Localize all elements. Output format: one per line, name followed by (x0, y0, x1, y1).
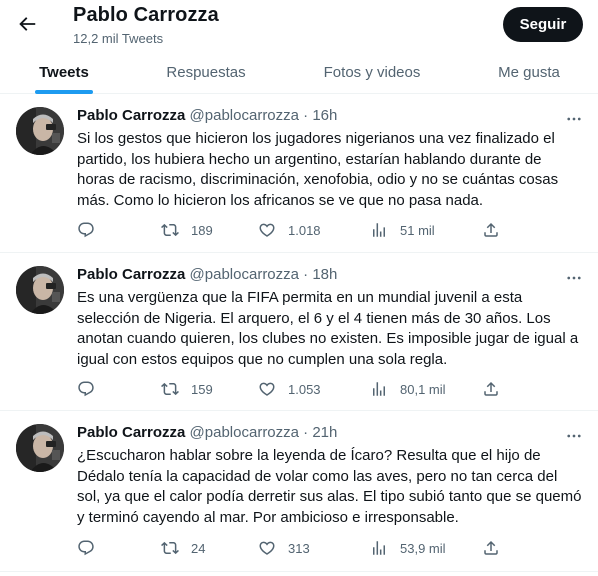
tweet-author-name[interactable]: Pablo Carrozza (77, 424, 185, 441)
views-icon (373, 223, 385, 237)
share-icon (484, 540, 498, 555)
like-button[interactable]: 313 (258, 538, 310, 558)
retweet-icon (161, 223, 179, 237)
tweet-header: Pablo Carrozza @pablocarrozza · 21h (77, 424, 337, 441)
reply-icon (78, 222, 94, 238)
like-icon (259, 382, 275, 396)
tab-label: Respuestas (166, 63, 246, 81)
tweet-actions: 189 1.018 51 mil (77, 220, 517, 240)
avatar[interactable] (16, 266, 64, 314)
profile-tabs: Tweets Respuestas Fotos y videos Me gust… (0, 50, 598, 94)
views-button[interactable]: 80,1 mil (370, 379, 446, 399)
like-button[interactable]: 1.018 (258, 220, 321, 240)
tweet-actions: 159 1.053 80,1 mil (77, 379, 517, 399)
reply-button[interactable] (77, 379, 95, 399)
tweet-time[interactable]: 16h (312, 107, 337, 124)
more-icon[interactable] (565, 269, 583, 287)
share-button[interactable] (482, 379, 500, 399)
avatar-image (16, 266, 64, 314)
reply-icon (78, 381, 94, 397)
tweet[interactable]: Pablo Carrozza @pablocarrozza · 18h Es u… (0, 254, 598, 411)
like-count: 1.018 (288, 222, 321, 238)
avatar[interactable] (16, 424, 64, 472)
views-count: 80,1 mil (400, 381, 446, 397)
tweet-author-handle[interactable]: @pablocarrozza (190, 424, 299, 441)
share-icon (484, 381, 498, 396)
profile-header: Pablo Carrozza 12,2 mil Tweets Seguir (0, 0, 598, 50)
tweet-count: 12,2 mil Tweets (73, 31, 164, 46)
tab-label: Tweets (39, 63, 89, 81)
reply-icon (78, 540, 94, 556)
tweet-time[interactable]: 21h (312, 424, 337, 441)
tab-respuestas[interactable]: Respuestas (128, 50, 284, 94)
tweet-author-name[interactable]: Pablo Carrozza (77, 266, 185, 283)
share-button[interactable] (482, 538, 500, 558)
tweet-text: Es una vergüenza que la FIFA permita en … (77, 289, 579, 368)
share-icon (484, 222, 498, 237)
tab-label: Fotos y videos (323, 63, 421, 81)
like-icon (259, 541, 275, 555)
retweet-button[interactable]: 24 (161, 538, 205, 558)
avatar[interactable] (16, 107, 64, 155)
tab-label: Me gusta (498, 63, 560, 81)
profile-name: Pablo Carrozza (73, 4, 219, 26)
tweet-actions: 24 313 53,9 mil (77, 538, 517, 558)
reply-button[interactable] (77, 538, 95, 558)
tweet-text: ¿Escucharon hablar sobre la leyenda de Í… (77, 447, 582, 526)
tweet[interactable]: Pablo Carrozza @pablocarrozza · 16h Si l… (0, 95, 598, 253)
views-count: 53,9 mil (400, 540, 446, 556)
tweet-author-handle[interactable]: @pablocarrozza (190, 107, 299, 124)
tweet-author-name[interactable]: Pablo Carrozza (77, 107, 185, 124)
views-icon (373, 541, 385, 555)
reply-button[interactable] (77, 220, 95, 240)
separator-dot: · (303, 266, 309, 283)
like-button[interactable]: 1.053 (258, 379, 321, 399)
separator-dot: · (303, 424, 309, 441)
avatar-image (16, 107, 64, 155)
tab-tweets[interactable]: Tweets (0, 50, 128, 94)
retweet-count: 159 (191, 381, 213, 397)
tweet-time[interactable]: 18h (312, 266, 337, 283)
tab-fotos-videos[interactable]: Fotos y videos (284, 50, 460, 94)
retweet-button[interactable]: 189 (161, 220, 213, 240)
tweet-header: Pablo Carrozza @pablocarrozza · 18h (77, 266, 337, 283)
active-tab-indicator (35, 90, 93, 94)
views-icon (373, 382, 385, 396)
tweet-text: Si los gestos que hicieron los jugadores… (77, 130, 559, 209)
retweet-icon (161, 541, 179, 555)
more-icon[interactable] (565, 110, 583, 128)
tweet[interactable]: Pablo Carrozza @pablocarrozza · 21h ¿Esc… (0, 412, 598, 572)
avatar-image (16, 424, 64, 472)
retweet-count: 189 (191, 222, 213, 238)
tweet-author-handle[interactable]: @pablocarrozza (190, 266, 299, 283)
views-button[interactable]: 51 mil (370, 220, 435, 240)
like-count: 1.053 (288, 381, 321, 397)
share-button[interactable] (482, 220, 500, 240)
like-icon (259, 223, 275, 237)
retweet-count: 24 (191, 540, 206, 556)
tab-me-gusta[interactable]: Me gusta (460, 50, 598, 94)
like-count: 313 (288, 540, 310, 556)
retweet-icon (161, 382, 179, 396)
follow-button[interactable]: Seguir (503, 7, 583, 42)
more-icon[interactable] (565, 427, 583, 445)
tweet-header: Pablo Carrozza @pablocarrozza · 16h (77, 107, 337, 124)
back-arrow-icon[interactable] (16, 13, 38, 35)
views-count: 51 mil (400, 222, 435, 238)
separator-dot: · (303, 107, 309, 124)
retweet-button[interactable]: 159 (161, 379, 213, 399)
views-button[interactable]: 53,9 mil (370, 538, 446, 558)
